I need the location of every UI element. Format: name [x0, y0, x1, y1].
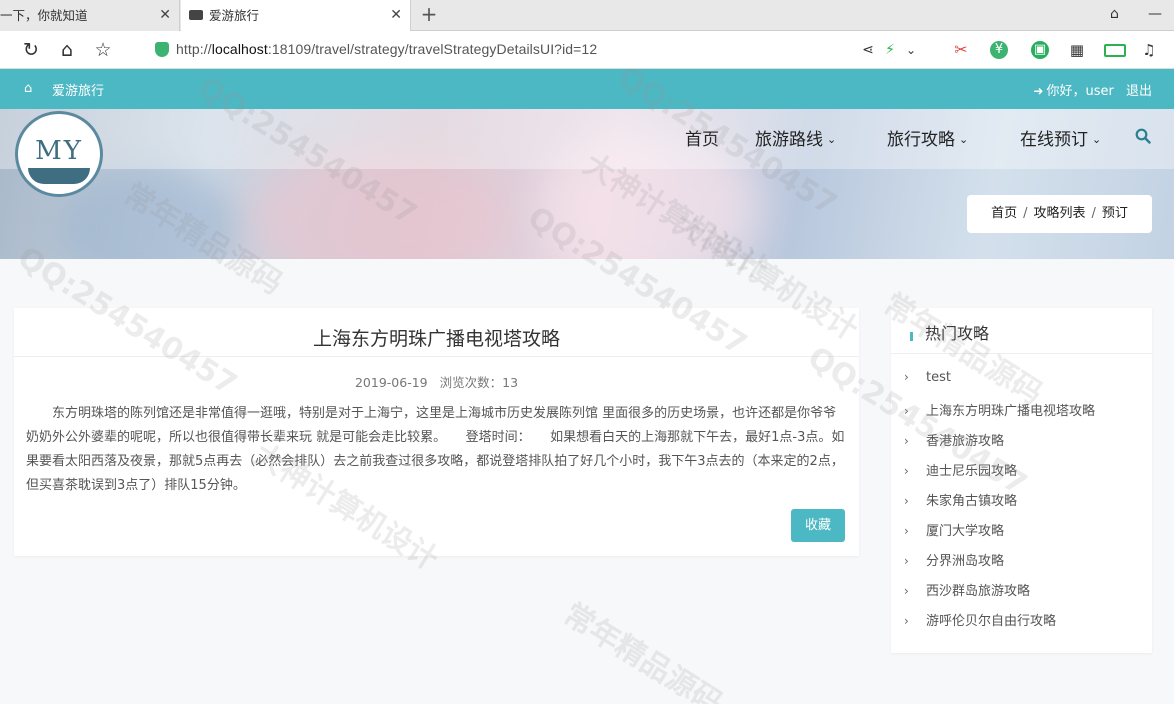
chevron-right-icon: › — [904, 584, 909, 598]
divider — [14, 356, 859, 357]
chevron-right-icon: › — [904, 464, 909, 478]
hot-strategies-panel: 热门攻略 › test › 上海东方明珠广播电视塔攻略 › 香港旅游攻略 › 迪士尼乐园… — [891, 308, 1152, 653]
list-item[interactable]: › 上海东方明珠广播电视塔攻略 — [904, 400, 1144, 430]
chevron-down-icon: ⌄ — [1092, 133, 1102, 146]
views-label: 浏览次数： — [439, 375, 503, 390]
chevron-right-icon: › — [904, 370, 909, 384]
address-bar: ↻ ⌂ ☆ http://localhost:18109/travel/stra… — [0, 31, 1174, 69]
list-item[interactable]: › 游呼伦贝尔自由行攻略 — [904, 610, 1144, 640]
sign-in-icon: ➜ — [1033, 84, 1044, 98]
home-icon[interactable]: ⌂ — [56, 39, 78, 61]
watermark-text: 常年精品源码 — [557, 596, 729, 704]
chevron-down-icon[interactable]: ⌄ — [900, 39, 922, 61]
battery-icon[interactable] — [1104, 44, 1126, 57]
chevron-right-icon: › — [904, 434, 909, 448]
chevron-right-icon: › — [904, 554, 909, 568]
browser-tab-active[interactable]: 爱游旅行 ✕ — [181, 0, 411, 31]
list-item[interactable]: › 朱家角古镇攻略 — [904, 490, 1144, 520]
headphones-icon[interactable]: ♫ — [1138, 39, 1160, 61]
wallet-icon[interactable]: ¥ — [990, 41, 1008, 59]
url-field[interactable]: http://localhost:18109/travel/strategy/t… — [176, 41, 597, 57]
article-title: 上海东方明珠广播电视塔攻略 — [312, 328, 560, 350]
article-meta: 2019-06-19 浏览次数：13 — [14, 372, 859, 391]
breadcrumb: 首页 / 攻略列表 / 预订 — [967, 195, 1152, 233]
article-date: 2019-06-19 — [354, 375, 428, 390]
home-icon[interactable]: ⌂ — [24, 81, 32, 96]
refresh-icon[interactable]: ↻ — [20, 39, 42, 61]
user-greeting[interactable]: 你好，user — [1046, 84, 1113, 99]
lightning-icon[interactable]: ⚡ — [879, 39, 901, 61]
nav-routes[interactable]: 旅游路线 ⌄ — [755, 125, 836, 150]
site-brand-link[interactable]: 爱游旅行 — [52, 80, 104, 99]
shirt-icon[interactable]: ⌂ — [1110, 6, 1119, 22]
list-item[interactable]: › 分界洲岛攻略 — [904, 550, 1144, 580]
search-icon[interactable] — [1135, 128, 1151, 144]
logo-wave-icon — [28, 168, 90, 184]
strategy-list: › test › 上海东方明珠广播电视塔攻略 › 香港旅游攻略 › 迪士尼乐园攻略 › 朱… — [904, 370, 1144, 640]
list-item[interactable]: › 香港旅游攻略 — [904, 430, 1144, 460]
nav-booking[interactable]: 在线预订 ⌄ — [1020, 125, 1101, 150]
breadcrumb-current: 预订 — [1101, 206, 1128, 221]
new-tab-icon[interactable]: + — [418, 3, 440, 27]
chevron-right-icon: › — [904, 524, 909, 538]
chevron-down-icon: ⌄ — [827, 133, 837, 146]
tab-favicon-icon — [189, 10, 203, 20]
logo-text: MY — [35, 136, 83, 166]
list-item[interactable]: › 迪士尼乐园攻略 — [904, 460, 1144, 490]
browser-tab[interactable]: 一下，你就知道 ✕ — [0, 0, 180, 31]
tab-title: 爱游旅行 — [209, 8, 260, 23]
list-item[interactable]: › test — [904, 370, 1144, 400]
list-item[interactable]: › 西沙群岛旅游攻略 — [904, 580, 1144, 610]
site-top-strip: ⌂ 爱游旅行 ➜ 你好，user 退出 — [0, 69, 1174, 109]
browser-tab-bar: 一下，你就知道 ✕ 爱游旅行 ✕ + ⌂ — — [0, 0, 1174, 31]
share-icon[interactable]: ⋖ — [857, 39, 879, 61]
chevron-right-icon: › — [904, 494, 909, 508]
favorite-button[interactable]: 收藏 — [791, 509, 845, 542]
user-area: ➜ 你好，user 退出 — [1033, 80, 1152, 99]
views-count: 13 — [502, 375, 519, 390]
article-body: 东方明珠塔的陈列馆还是非常值得一逛哦，特别是对于上海宁，这里是上海城市历史发展陈… — [26, 406, 845, 493]
breadcrumb-home[interactable]: 首页 — [991, 206, 1017, 221]
breadcrumb-list[interactable]: 攻略列表 — [1033, 206, 1085, 221]
chevron-right-icon: › — [904, 614, 909, 628]
site-logo[interactable]: MY — [15, 111, 103, 197]
scissors-icon[interactable]: ✂ — [950, 39, 972, 61]
chevron-down-icon: ⌄ — [959, 133, 969, 146]
hero-banner: MY 首页 旅游路线 ⌄ 旅行攻略 ⌄ 在线预订 ⌄ 首页 / 攻略列表 / 预订 — [0, 109, 1174, 259]
apps-grid-icon[interactable]: ▦ — [1066, 39, 1088, 61]
reader-icon[interactable]: ▣ — [1031, 41, 1049, 59]
chevron-right-icon: › — [904, 404, 909, 418]
nav-home[interactable]: 首页 — [685, 125, 719, 150]
secure-shield-icon — [155, 42, 169, 57]
minimize-icon[interactable]: — — [1148, 6, 1162, 22]
nav-strategy[interactable]: 旅行攻略 ⌄ — [887, 125, 968, 150]
sidebar-title: 热门攻略 — [925, 324, 990, 343]
article-card: 上海东方明珠广播电视塔攻略 2019-06-19 浏览次数：13 东方明珠塔的陈… — [14, 308, 859, 556]
logout-link[interactable]: 退出 — [1126, 84, 1152, 99]
close-tab-icon[interactable]: ✕ — [159, 0, 171, 31]
list-item[interactable]: › 厦门大学攻略 — [904, 520, 1144, 550]
close-tab-icon[interactable]: ✕ — [390, 0, 402, 31]
bookmark-star-icon[interactable]: ☆ — [92, 39, 114, 61]
title-accent-bar — [910, 332, 913, 341]
tab-title: 一下，你就知道 — [0, 8, 88, 23]
divider — [891, 353, 1152, 354]
